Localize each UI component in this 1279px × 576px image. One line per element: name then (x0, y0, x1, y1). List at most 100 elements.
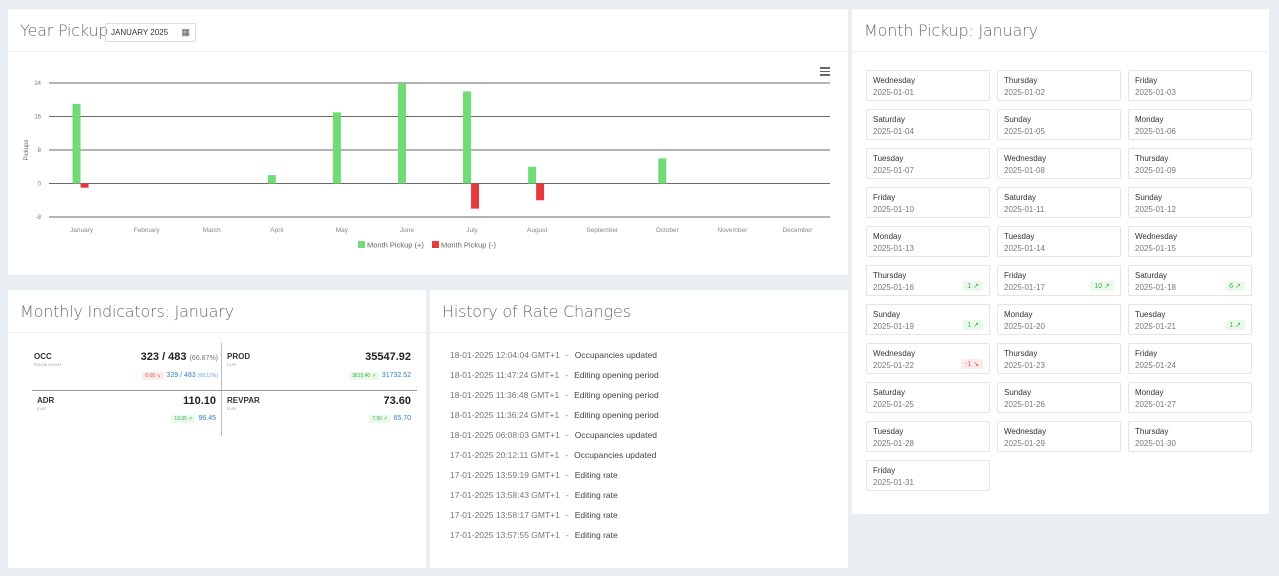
day-card[interactable]: Thursday 2025-01-23 (997, 343, 1121, 374)
day-card[interactable]: Tuesday 2025-01-14 (997, 226, 1121, 257)
chart-bar-negative (80, 183, 89, 188)
day-card[interactable]: Saturday 2025-01-04 (866, 109, 990, 140)
day-pickup-badge: 10 ↗ (1090, 281, 1114, 291)
day-name: Sunday (1135, 193, 1163, 202)
history-action: Occupancies updated (574, 450, 657, 460)
chart-bar-positive (397, 83, 406, 184)
day-card[interactable]: Sunday 2025-01-12 (1128, 187, 1252, 218)
day-card[interactable]: Sunday 2025-01-05 (997, 109, 1121, 140)
indicator-prod-previous: 3815.40 ↗ 31732.52 (349, 372, 411, 380)
day-card[interactable]: Thursday 2025-01-09 (1128, 148, 1252, 179)
indicator-occ-value: 323 / 483 (66.87%) (141, 351, 218, 363)
x-tick-label: August (527, 227, 547, 234)
day-card[interactable]: Wednesday 2025-01-08 (997, 148, 1121, 179)
day-card[interactable]: Monday 2025-01-06 (1128, 109, 1252, 140)
day-date: 2025-01-31 (873, 478, 914, 487)
adr-diff-badge: 13.65 ↗ (171, 415, 196, 423)
day-card[interactable]: Wednesday 2025-01-29 (997, 421, 1121, 452)
history-action: Editing rate (574, 490, 618, 500)
day-name: Saturday (873, 388, 906, 397)
revpar-diff-badge: 7.90 ↗ (369, 415, 391, 423)
day-card[interactable]: Friday 2025-01-03 (1128, 70, 1252, 101)
history-separator: - (565, 510, 569, 520)
day-date: 2025-01-03 (1135, 88, 1176, 97)
day-card[interactable]: Saturday 2025-01-11 (997, 187, 1121, 218)
day-date: 2025-01-04 (873, 127, 914, 136)
history-action: Editing rate (574, 530, 618, 540)
day-card[interactable]: Thursday 2025-01-30 (1128, 421, 1252, 452)
day-name: Wednesday (873, 349, 916, 358)
indicator-revpar-value: 73.60 (383, 395, 411, 407)
history-timestamp: 18-01-2025 06:08:03 GMT+1 (450, 430, 560, 440)
day-card[interactable]: Friday 2025-01-17 10 ↗ (997, 265, 1121, 296)
history-separator: - (565, 470, 569, 480)
day-date: 2025-01-27 (1135, 400, 1176, 409)
rate-history-panel: History of Rate Changes 18-01-2025 12:04… (430, 290, 848, 568)
monthly-indicators-header: Monthly Indicators: January (8, 290, 426, 333)
day-card[interactable]: Friday 2025-01-24 (1128, 343, 1252, 374)
legend-swatch (358, 241, 365, 248)
history-row: 18-01-2025 11:47:24 GMT+1- Editing openin… (450, 370, 659, 390)
day-name: Monday (1135, 115, 1164, 124)
day-card[interactable]: Friday 2025-01-31 (866, 460, 990, 491)
day-date: 2025-01-12 (1135, 205, 1176, 214)
x-tick-label: June (400, 227, 414, 234)
day-card[interactable]: Wednesday 2025-01-01 (866, 70, 990, 101)
day-pickup-badge: 1 ↗ (963, 281, 983, 291)
monthly-indicators-panel: Monthly Indicators: January OCC ROOM NIG… (8, 290, 426, 568)
indicator-prod-label: PROD (227, 352, 251, 361)
day-card[interactable]: Wednesday 2025-01-15 (1128, 226, 1252, 257)
day-card[interactable]: Tuesday 2025-01-07 (866, 148, 990, 179)
day-date: 2025-01-29 (1004, 439, 1045, 448)
day-name: Wednesday (1004, 154, 1047, 163)
revpar-previous-value: 65.70 (393, 415, 411, 422)
y-tick-label: 16 (34, 115, 41, 121)
indicator-occ-unit: ROOM NIGHT (34, 362, 62, 367)
day-card[interactable]: Monday 2025-01-13 (866, 226, 990, 257)
day-card[interactable]: Tuesday 2025-01-28 (866, 421, 990, 452)
y-tick-label: 8 (38, 148, 42, 154)
history-action: Editing rate (574, 510, 618, 520)
day-date: 2025-01-05 (1004, 127, 1045, 136)
x-tick-label: September (586, 227, 619, 234)
day-card[interactable]: Saturday 2025-01-18 6 ↗ (1128, 265, 1252, 296)
history-action: Editing opening period (574, 390, 659, 400)
day-card[interactable]: Friday 2025-01-10 (866, 187, 990, 218)
day-name: Thursday (1004, 76, 1038, 85)
history-row: 17-01-2025 13:57:55 GMT+1- Editing rate (450, 530, 659, 550)
day-card[interactable]: Monday 2025-01-20 (997, 304, 1121, 335)
month-pickup-header: Month Pickup: January (852, 9, 1269, 52)
day-card[interactable]: Saturday 2025-01-25 (866, 382, 990, 413)
day-card[interactable]: Tuesday 2025-01-21 1 ↗ (1128, 304, 1252, 335)
history-timestamp: 17-01-2025 20:12:11 GMT+1 (450, 450, 560, 460)
day-name: Monday (1004, 310, 1033, 319)
day-card[interactable]: Monday 2025-01-27 (1128, 382, 1252, 413)
rate-history-header: History of Rate Changes (430, 290, 848, 333)
day-name: Saturday (873, 115, 906, 124)
history-row: 17-01-2025 20:12:11 GMT+1- Occupancies up… (450, 450, 659, 470)
history-timestamp: 17-01-2025 13:58:43 GMT+1 (450, 490, 560, 500)
x-tick-label: March (203, 227, 221, 234)
day-card[interactable]: Sunday 2025-01-19 1 ↗ (866, 304, 990, 335)
day-card[interactable]: Thursday 2025-01-02 (997, 70, 1121, 101)
history-separator: - (565, 490, 569, 500)
year-pickup-panel: Year Pickup JANUARY 2025 ▦ 24 16 8 0 -8 Picku… (8, 9, 848, 275)
day-card[interactable]: Thursday 2025-01-16 1 ↗ (866, 265, 990, 296)
history-timestamp: 17-01-2025 13:57:55 GMT+1 (450, 530, 560, 540)
occ-diff-badge: 6.00 ↘ (142, 372, 164, 380)
day-name: Thursday (1004, 349, 1038, 358)
history-row: 18-01-2025 06:08:03 GMT+1- Occupancies up… (450, 430, 659, 450)
day-card[interactable]: Sunday 2025-01-26 (997, 382, 1121, 413)
y-tick-label: -8 (36, 215, 42, 221)
x-tick-label: July (466, 227, 478, 234)
indicator-occ-previous: 6.00 ↘ 329 / 483 (68.12%) (142, 372, 218, 380)
chart-bar-positive (267, 175, 276, 184)
day-card[interactable]: Wednesday 2025-01-22 -1 ↘ (866, 343, 990, 374)
day-pickup-badge: 1 ↗ (1225, 320, 1245, 330)
history-action: Editing opening period (574, 370, 659, 380)
history-separator: - (565, 350, 569, 360)
day-date: 2025-01-13 (873, 244, 914, 253)
history-row: 17-01-2025 13:58:17 GMT+1- Editing rate (450, 510, 659, 530)
day-pickup-badge: -1 ↘ (960, 359, 983, 369)
indicator-adr-unit: EUR (37, 406, 47, 411)
